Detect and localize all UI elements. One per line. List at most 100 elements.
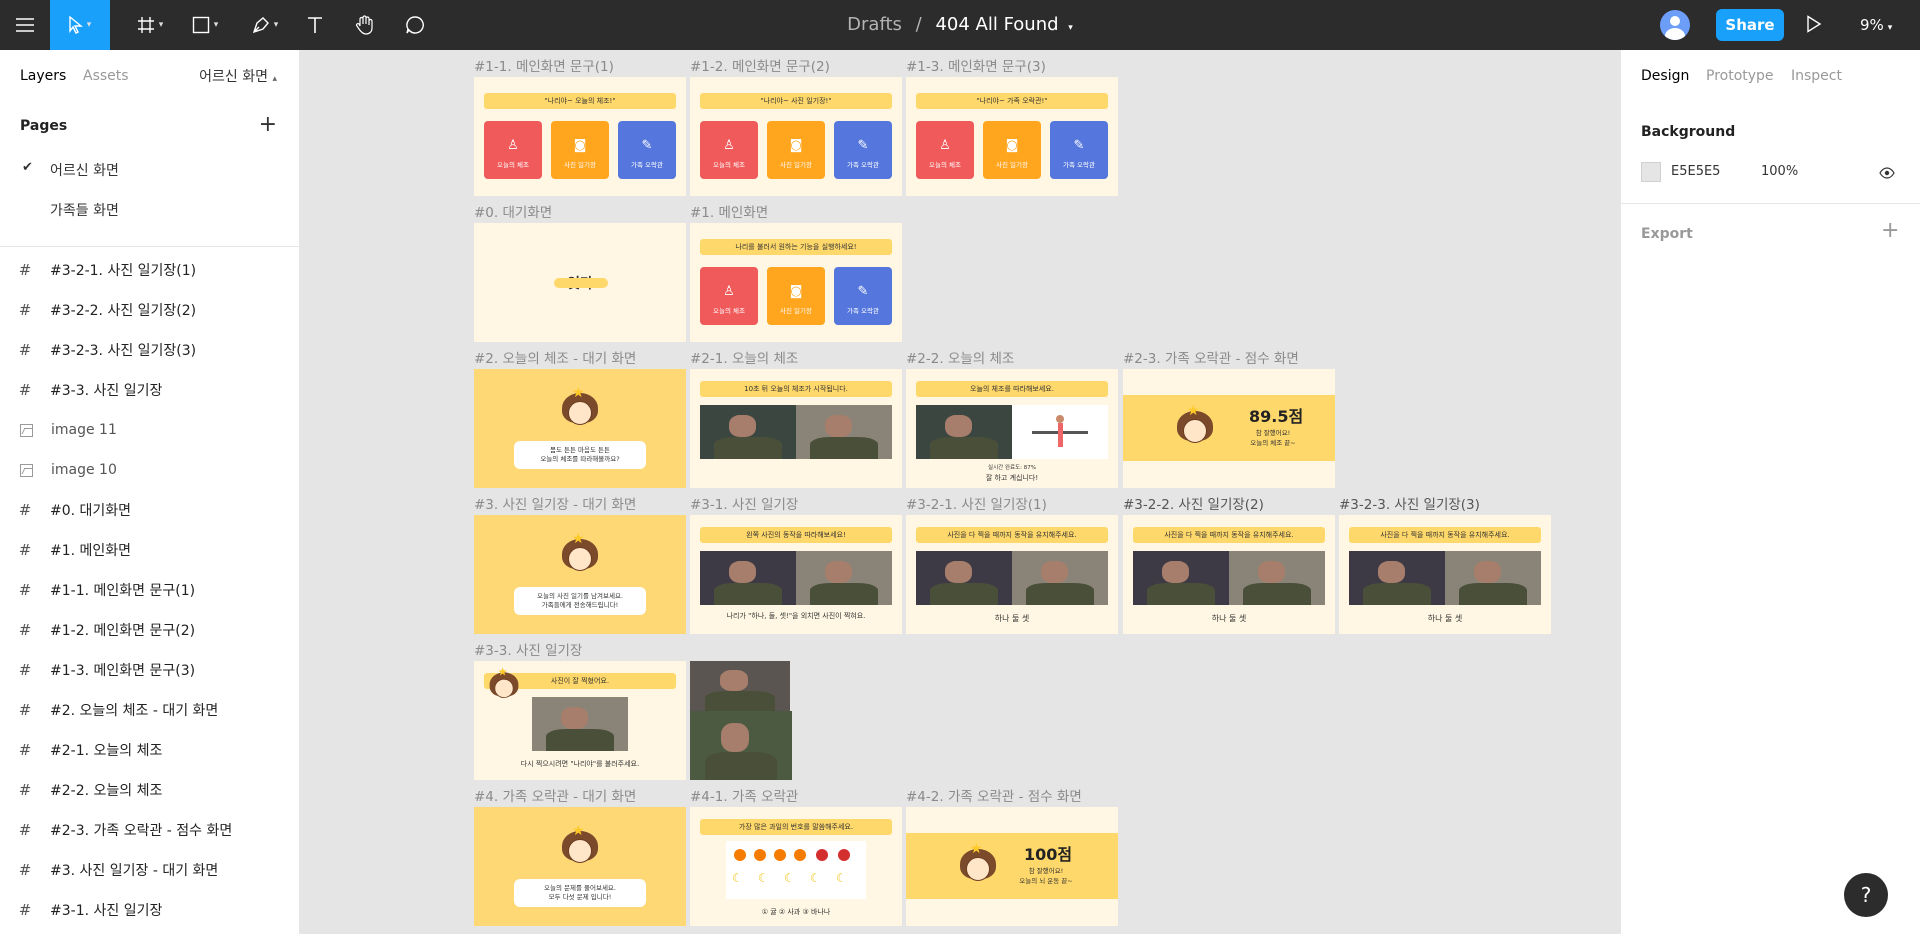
frame-photo-3[interactable]: 사진이 잘 찍혔어요. ★ 다시 찍으시려면 "나리야"를 불러주세요. <box>474 661 686 780</box>
add-export-button[interactable]: + <box>1881 218 1899 243</box>
frame-main-phrase-1[interactable]: "나리야~ 오늘의 체조!" ♙ 오늘의 체조 ◙ 사진 일기장 ✎ 가족 오락관 <box>474 77 686 196</box>
frame-label[interactable]: #4-2. 가족 오락관 - 점수 화면 <box>906 785 1082 805</box>
background-opacity-input[interactable]: 100% <box>1761 164 1798 179</box>
frame-label[interactable]: #2. 오늘의 체조 - 대기 화면 <box>474 347 636 367</box>
frame-label[interactable]: #3-2-2. 사진 일기장(2) <box>1123 493 1264 513</box>
frame-exercise-2[interactable]: 오늘의 체조를 따라해보세요. 실시간 완료도: 87% 잘 하고 계십니다! <box>906 369 1118 488</box>
file-name[interactable]: 404 All Found <box>935 14 1058 35</box>
breadcrumb-drafts[interactable]: Drafts <box>847 14 902 35</box>
pencil-icon: ✎ <box>857 284 869 299</box>
frame-label[interactable]: #3-2-3. 사진 일기장(3) <box>1339 493 1480 513</box>
image-11[interactable] <box>690 661 790 711</box>
frame-label[interactable]: #2-2. 오늘의 체조 <box>906 347 1014 367</box>
layer-item[interactable]: # #2-2. 오늘의 체조 <box>0 770 300 810</box>
frame-label[interactable]: #1-2. 메인화면 문구(2) <box>690 55 830 75</box>
frame-label[interactable]: #1. 메인화면 <box>690 201 768 221</box>
frame-photo-2-2[interactable]: 사진을 다 찍을 때까지 동작을 유지해주세요. 하나 둘 셋 <box>1123 515 1335 634</box>
completion-rate-text: 실시간 완료도: 87% <box>988 465 1036 471</box>
frame-splash[interactable]: 잇다 <box>474 223 686 342</box>
layer-item[interactable]: # #2. 오늘의 체조 - 대기 화면 <box>0 690 300 730</box>
frame-label[interactable]: #2-1. 오늘의 체조 <box>690 347 798 367</box>
frame-main-phrase-2[interactable]: "나리야~ 사진 일기장!" ♙ 오늘의 체조 ◙ 사진 일기장 ✎ 가족 오락관 <box>690 77 902 196</box>
layer-item[interactable]: # #0. 대기화면 <box>0 490 300 530</box>
tile-label: 오늘의 체조 <box>497 161 529 169</box>
frame-label[interactable]: #4. 가족 오락관 - 대기 화면 <box>474 785 636 805</box>
present-button[interactable] <box>1806 15 1822 37</box>
exercise-icon: ♙ <box>723 284 735 299</box>
frame-label[interactable]: #1-1. 메인화면 문구(1) <box>474 55 614 75</box>
frame-main[interactable]: 나리를 불러서 원하는 기능을 실행하세요! ♙ 오늘의 체조 ◙ 사진 일기장 ✎… <box>690 223 902 342</box>
layer-item[interactable]: # #3-2-1. 사진 일기장(1) <box>0 250 300 290</box>
tile-label: 오늘의 체조 <box>713 307 745 315</box>
add-page-button[interactable]: + <box>259 112 277 137</box>
layer-item[interactable]: image 10 <box>0 450 300 490</box>
frame-label[interactable]: #3-2-1. 사진 일기장(1) <box>906 493 1047 513</box>
frame-icon: # <box>18 501 32 519</box>
frame-exercise-score[interactable]: ★ 89.5점 참 잘했어요! 오늘의 체조 끝~ <box>1123 369 1335 488</box>
chevron-down-icon[interactable]: ▾ <box>1068 23 1073 33</box>
frame-label[interactable]: #2-3. 가족 오락관 - 점수 화면 <box>1123 347 1299 367</box>
layer-item[interactable]: # #3-1. 사진 일기장 <box>0 890 300 930</box>
frame-label[interactable]: #3-1. 사진 일기장 <box>690 493 798 513</box>
frame-label[interactable]: #0. 대기화면 <box>474 201 552 221</box>
frame-photo-wait[interactable]: ★ 오늘의 사진 일기를 남겨보세요. 가족들에게 전송해드립니다! <box>474 515 686 634</box>
frame-icon: # <box>18 701 32 719</box>
layer-label: #3-3. 사진 일기장 <box>50 383 163 399</box>
tile-family: ✎ 가족 오락관 <box>834 267 892 325</box>
frame-label[interactable]: #3-3. 사진 일기장 <box>474 639 582 659</box>
share-button[interactable]: Share <box>1716 9 1784 41</box>
help-button[interactable]: ? <box>1844 873 1888 917</box>
layer-item[interactable]: # #3-3. 사진 일기장 <box>0 370 300 410</box>
layer-label: #0. 대기화면 <box>50 503 132 519</box>
tile-label: 가족 오락관 <box>631 161 663 169</box>
layer-item[interactable]: # #3-2-2. 사진 일기장(2) <box>0 290 300 330</box>
frame-family-1[interactable]: 가장 많은 과일의 번호를 말씀해주세요. ☾ ☾ ☾ ☾ ☾ ① 귤 ② 사과… <box>690 807 902 926</box>
layer-label: #3. 사진 일기장 - 대기 화면 <box>50 863 219 879</box>
layer-item[interactable]: # #1. 메인화면 <box>0 530 300 570</box>
layer-item[interactable]: # #2-3. 가족 오락관 - 점수 화면 <box>0 810 300 850</box>
tab-layers[interactable]: Layers <box>20 68 66 84</box>
frame-exercise-wait[interactable]: ★ 몸도 튼튼 마음도 튼튼 오늘의 체조를 따라해볼까요? <box>474 369 686 488</box>
frame-photo-2-1[interactable]: 사진을 다 찍을 때까지 동작을 유지해주세요. 하나 둘 셋 <box>906 515 1118 634</box>
layer-item[interactable]: # #3. 사진 일기장 - 대기 화면 <box>0 850 300 890</box>
tab-design[interactable]: Design <box>1641 68 1689 84</box>
frame-icon: # <box>18 861 32 879</box>
layer-label: #1-2. 메인화면 문구(2) <box>50 623 196 639</box>
frame-label[interactable]: #3. 사진 일기장 - 대기 화면 <box>474 493 636 513</box>
layer-item[interactable]: image 11 <box>0 410 300 450</box>
image-10[interactable] <box>690 711 792 780</box>
tab-prototype[interactable]: Prototype <box>1706 68 1774 84</box>
nari-character-icon: ★ <box>560 531 600 575</box>
page-item-0[interactable]: 어르신 화면 <box>50 160 119 180</box>
frame-photo-1[interactable]: 왼쪽 사진의 동작을 따라해보세요! 나리가 "하나, 둘, 셋!"을 외치면 … <box>690 515 902 634</box>
phrase-bar: 가장 많은 과일의 번호를 말씀해주세요. <box>700 819 892 835</box>
zoom-level[interactable]: 9% ▾ <box>1860 16 1892 34</box>
tab-assets[interactable]: Assets <box>83 68 129 84</box>
layer-item[interactable]: # #2-1. 오늘의 체조 <box>0 730 300 770</box>
tile-family: ✎ 가족 오락관 <box>618 121 676 179</box>
eye-icon <box>1879 167 1895 179</box>
frame-family-score[interactable]: ★ 100점 참 잘했어요! 오늘의 뇌 운동 끝~ <box>906 807 1118 926</box>
layer-item[interactable]: # #1-3. 메인화면 문구(3) <box>0 650 300 690</box>
canvas[interactable]: #1-1. 메인화면 문구(1) #1-2. 메인화면 문구(2) #1-3. … <box>300 50 1620 934</box>
frame-label[interactable]: #4-1. 가족 오락관 <box>690 785 798 805</box>
layer-item[interactable]: # #1-1. 메인화면 문구(1) <box>0 570 300 610</box>
frame-main-phrase-3[interactable]: "나리야~ 가족 오락관!" ♙ 오늘의 체조 ◙ 사진 일기장 ✎ 가족 오락관 <box>906 77 1118 196</box>
background-color-swatch[interactable] <box>1641 162 1661 182</box>
frame-exercise-1[interactable]: 10초 뒤 오늘의 체조가 시작됩니다. <box>690 369 902 488</box>
page-item-1[interactable]: 가족들 화면 <box>50 200 119 220</box>
frame-label[interactable]: #1-3. 메인화면 문구(3) <box>906 55 1046 75</box>
quiz-options: ① 귤 ② 사과 ③ 바나나 <box>761 908 831 916</box>
frame-photo-2-3[interactable]: 사진을 다 찍을 때까지 동작을 유지해주세요. 하나 둘 셋 <box>1339 515 1551 634</box>
camera-icon: ◙ <box>1005 138 1019 153</box>
visibility-toggle[interactable] <box>1879 164 1895 183</box>
avatar[interactable] <box>1660 10 1690 40</box>
background-hex-input[interactable]: E5E5E5 <box>1671 164 1720 179</box>
frame-family-wait[interactable]: ★ 오늘의 문제를 풀어보세요. 모두 다섯 문제 입니다! <box>474 807 686 926</box>
breadcrumb: Drafts / 404 All Found ▾ <box>0 14 1920 35</box>
page-selector[interactable]: 어르신 화면 ▴ <box>199 66 277 86</box>
layer-item[interactable]: # #3-2-3. 사진 일기장(3) <box>0 330 300 370</box>
layer-item[interactable]: # #1-2. 메인화면 문구(2) <box>0 610 300 650</box>
tab-inspect[interactable]: Inspect <box>1791 68 1842 84</box>
phrase-bar: 사진을 다 찍을 때까지 동작을 유지해주세요. <box>916 527 1108 543</box>
